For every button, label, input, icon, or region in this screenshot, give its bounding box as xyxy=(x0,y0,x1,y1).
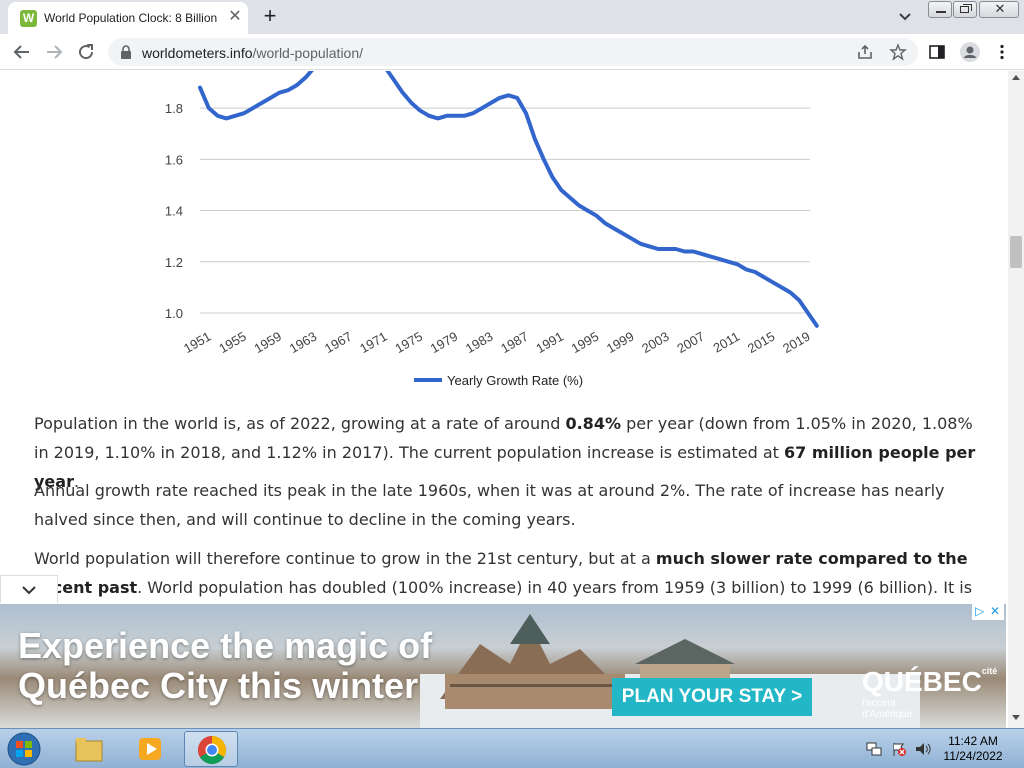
chrome-menu-kebab-icon[interactable] xyxy=(993,43,1011,61)
chart-series-line xyxy=(198,71,819,328)
peak-growth-paragraph: Annual growth rate reached its peak in t… xyxy=(34,476,979,534)
windows-start-button-icon[interactable] xyxy=(4,731,44,767)
ad-close-icon[interactable]: ✕ xyxy=(990,604,1000,618)
chart-legend-label: Yearly Growth Rate (%) xyxy=(447,373,583,388)
chart-y-tick-label: 1.2 xyxy=(165,255,183,270)
chart-x-tick-label: 1955 xyxy=(216,329,249,356)
quebec-tagline-line-2: d'Amérique xyxy=(862,709,913,720)
url-path: /world-population/ xyxy=(252,45,364,61)
quebec-ad-banner[interactable]: Experience the magic of Québec City this… xyxy=(0,604,1006,728)
chevron-down-icon xyxy=(22,586,36,595)
tab-title: World Population Clock: 8 Billion xyxy=(44,11,218,25)
paragraph-text-run: World population will therefore continue… xyxy=(34,549,656,568)
chart-x-axis: 1951 1955 1959 1963 1967 1971 1975 1979 1983 1987… xyxy=(181,329,813,356)
chart-x-tick-label: 1979 xyxy=(428,329,461,356)
chart-x-tick-label: 1959 xyxy=(251,329,284,356)
ad-headline-line-2: Québec City this winter xyxy=(18,665,419,706)
chart-y-tick-label: 1.8 xyxy=(165,101,183,116)
quebec-brand-suffix: cité xyxy=(981,666,998,676)
taskbar-media-player-button[interactable] xyxy=(122,731,176,767)
network-tray-icon[interactable] xyxy=(866,741,882,757)
quebec-tagline: l'accent d'Amérique xyxy=(862,698,912,720)
plan-your-stay-button[interactable]: PLAN YOUR STAY > xyxy=(612,678,812,716)
chart-y-axis: 1.8 1.6 1.4 1.2 1.0 xyxy=(165,101,183,321)
chart-x-tick-label: 2011 xyxy=(710,329,742,356)
ad-headline: Experience the magic of Québec City this… xyxy=(18,626,432,706)
lock-icon[interactable] xyxy=(120,45,132,59)
chart-x-tick-label: 1999 xyxy=(604,329,637,356)
worldometers-favicon-icon: W xyxy=(20,10,37,27)
clock-date: 11/24/2022 xyxy=(943,749,1003,763)
chart-x-tick-label: 2015 xyxy=(745,329,778,356)
ad-headline-line-1: Experience the magic of xyxy=(18,625,433,666)
media-player-icon xyxy=(139,738,161,760)
url-domain: worldometers.info xyxy=(142,45,253,61)
folder-icon xyxy=(75,738,103,762)
chart-x-tick-label: 2007 xyxy=(674,329,707,356)
taskbar-chrome-button[interactable] xyxy=(184,731,238,767)
tab-close-icon[interactable]: ✕ xyxy=(226,8,244,26)
clock-time: 11:42 AM xyxy=(948,734,998,748)
bookmark-star-icon[interactable] xyxy=(889,43,907,61)
address-bar[interactable]: worldometers.info/world-population/ xyxy=(108,38,918,66)
taskbar-explorer-button[interactable] xyxy=(62,731,116,767)
system-clock[interactable]: 11:42 AM 11/24/2022 xyxy=(940,734,1006,764)
paragraph-text-run: 0.84% xyxy=(565,414,621,433)
quebec-tagline-line-1: l'accent xyxy=(862,698,896,709)
ad-choices-bar: ▷ ✕ xyxy=(972,604,1004,620)
scroll-down-arrow-icon[interactable] xyxy=(1012,715,1020,720)
window-close-button[interactable]: ✕ xyxy=(979,1,1019,18)
action-center-flag-icon[interactable] xyxy=(891,741,907,757)
quebec-brand-text: QUÉBEC xyxy=(862,666,982,697)
browser-toolbar: worldometers.info/world-population/ xyxy=(0,34,1024,70)
chart-x-tick-label: 2003 xyxy=(639,329,672,356)
chart-y-tick-label: 1.0 xyxy=(165,306,183,321)
adchoices-icon[interactable]: ▷ xyxy=(975,604,984,618)
window-restore-button[interactable] xyxy=(953,1,977,18)
forward-arrow-icon[interactable] xyxy=(42,40,66,64)
paragraph-text-run: Population in the world is, as of 2022, … xyxy=(34,414,566,433)
ad-collapse-button[interactable] xyxy=(0,575,58,603)
windows-taskbar: 11:42 AM 11/24/2022 xyxy=(0,728,1024,768)
tab-search-chevron-icon[interactable] xyxy=(896,8,914,26)
volume-tray-icon[interactable] xyxy=(914,741,932,757)
browser-tab-active[interactable]: W World Population Clock: 8 Billion ✕ xyxy=(8,2,248,34)
chart-x-tick-label: 1971 xyxy=(357,329,390,356)
quebec-brand-logo: QUÉBECcité xyxy=(862,666,997,698)
chart-x-tick-label: 2019 xyxy=(780,329,813,356)
profile-avatar-icon[interactable] xyxy=(960,42,980,62)
chart-x-tick-label: 1991 xyxy=(533,329,566,356)
reload-icon[interactable] xyxy=(74,40,98,64)
chart-legend: Yearly Growth Rate (%) xyxy=(414,373,583,388)
paragraph-text-run: Annual growth rate reached its peak in t… xyxy=(34,481,945,529)
chart-gridlines xyxy=(200,107,810,314)
chart-y-tick-label: 1.4 xyxy=(165,204,183,219)
back-arrow-icon[interactable] xyxy=(10,40,34,64)
chart-y-tick-label: 1.6 xyxy=(165,152,183,167)
chart-x-tick-label: 1983 xyxy=(463,329,496,356)
chrome-icon xyxy=(198,736,226,764)
chart-x-tick-label: 1967 xyxy=(322,329,355,356)
scrollbar-thumb[interactable] xyxy=(1010,236,1022,268)
url-text[interactable]: worldometers.info/world-population/ xyxy=(142,45,363,61)
chart-x-tick-label: 1975 xyxy=(392,329,425,356)
scroll-up-arrow-icon[interactable] xyxy=(1012,75,1020,80)
side-panel-icon[interactable] xyxy=(928,43,946,61)
new-tab-plus-icon[interactable]: + xyxy=(258,5,282,29)
chart-x-tick-label: 1987 xyxy=(498,329,531,356)
chart-x-tick-label: 1963 xyxy=(287,329,320,356)
share-icon[interactable] xyxy=(856,43,874,61)
page-scrollbar[interactable] xyxy=(1008,71,1024,728)
browser-tab-strip: W World Population Clock: 8 Billion ✕ + … xyxy=(0,0,1024,34)
growth-rate-line-chart: 1.8 1.6 1.4 1.2 1.0 1951 1955 1959 1963 1967 1971… xyxy=(165,71,819,388)
chart-x-tick-label: 1951 xyxy=(181,329,214,356)
window-minimize-button[interactable] xyxy=(928,1,952,18)
chart-x-tick-label: 1995 xyxy=(569,329,602,356)
